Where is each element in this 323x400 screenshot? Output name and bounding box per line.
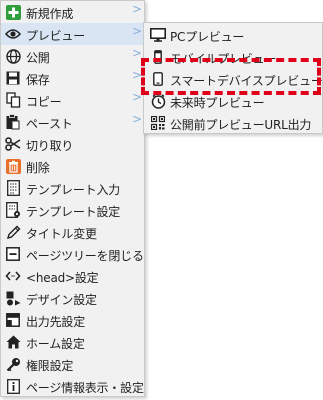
code-brackets-icon: [5, 268, 21, 284]
menu-item-label: テンプレート設定: [26, 205, 121, 219]
menu-item-preview[interactable]: プレビュー >: [1, 23, 144, 45]
menu-item-paste[interactable]: ペースト >: [1, 111, 144, 133]
clipboard-icon: [5, 114, 21, 130]
menu-item-head-settings[interactable]: <head>設定: [1, 265, 144, 287]
info-icon: [5, 378, 21, 394]
menu-item-design-settings[interactable]: デザイン設定: [1, 287, 144, 309]
menu-item-label: ページツリーを閉じる: [26, 249, 144, 263]
submenu-arrow-icon: >: [132, 112, 143, 126]
menu-item-label: 保存: [26, 73, 50, 87]
submenu-arrow-icon: >: [132, 2, 143, 16]
menu-item-label: 出力先設定: [26, 315, 86, 329]
menu-item-save[interactable]: 保存 >: [1, 67, 144, 89]
menu-item-label: 削除: [26, 161, 50, 175]
menu-item-output-settings[interactable]: 出力先設定: [1, 309, 144, 331]
menu-item-label: ページ情報表示・設定: [26, 381, 144, 395]
template-settings-icon: [5, 202, 21, 218]
menu-item-publish[interactable]: 公開 >: [1, 45, 144, 67]
menu-item-label: 切り取り: [26, 139, 74, 153]
menu-item-page-info[interactable]: ページ情報表示・設定: [1, 375, 144, 397]
menu-item-label: 権限設定: [26, 359, 74, 373]
menu-item-cut[interactable]: 切り取り: [1, 133, 144, 155]
menu-item-home-settings[interactable]: ホーム設定: [1, 331, 144, 353]
shapes-icon: [5, 290, 21, 306]
menu-item-delete[interactable]: 削除: [1, 155, 144, 177]
home-icon: [5, 334, 21, 350]
eye-icon: [5, 26, 21, 42]
menu-item-label: ホーム設定: [26, 337, 85, 351]
menu-item-label: デザイン設定: [26, 293, 97, 307]
monitor-icon: [150, 27, 166, 43]
menu-item-close-page-tree[interactable]: ページツリーを閉じる: [1, 243, 144, 265]
submenu-item-label: PCプレビュー: [170, 30, 245, 44]
submenu-item-prepublish-url-export[interactable]: 公開前プレビューURL出力: [144, 112, 322, 134]
menu-item-label: コピー: [26, 95, 62, 109]
submenu-item-label: 未来時プレビュー: [170, 96, 265, 110]
menu-item-label: 公開: [26, 51, 50, 65]
submenu-arrow-icon: >: [132, 24, 143, 38]
collapse-square-icon: [5, 246, 21, 262]
context-menu: 新規作成 > プレビュー > 公開 > 保存 > コピー > ペースト > 切り…: [0, 0, 145, 397]
key-icon: [5, 356, 21, 372]
pencil-icon: [5, 224, 21, 240]
output-layout-icon: [5, 312, 21, 328]
menu-item-label: 新規作成: [26, 7, 74, 21]
menu-item-template-settings[interactable]: テンプレート設定: [1, 199, 144, 221]
trash-icon: [5, 158, 21, 174]
menu-item-label: ペースト: [26, 117, 73, 131]
menu-item-rename-title[interactable]: タイトル変更: [1, 221, 144, 243]
menu-item-copy[interactable]: コピー >: [1, 89, 144, 111]
plus-square-icon: [5, 4, 21, 20]
globe-icon: [5, 48, 21, 64]
menu-item-label: プレビュー: [26, 29, 86, 43]
template-input-icon: [5, 180, 21, 196]
menu-item-label: タイトル変更: [26, 227, 97, 241]
qr-code-icon: [150, 115, 166, 131]
copy-icon: [5, 92, 21, 108]
submenu-item-label: 公開前プレビューURL出力: [170, 118, 312, 132]
highlight-annotation: [141, 58, 321, 95]
menu-item-permission-settings[interactable]: 権限設定: [1, 353, 144, 375]
menu-item-template-input[interactable]: テンプレート入力: [1, 177, 144, 199]
menu-item-label: テンプレート入力: [26, 183, 121, 197]
scissors-icon: [5, 136, 21, 152]
menu-item-label: <head>設定: [26, 271, 99, 285]
menu-item-new[interactable]: 新規作成 >: [1, 1, 144, 23]
floppy-disk-icon: [5, 70, 21, 86]
future-clock-icon: [150, 93, 166, 109]
submenu-item-pc-preview[interactable]: PCプレビュー: [144, 24, 322, 46]
